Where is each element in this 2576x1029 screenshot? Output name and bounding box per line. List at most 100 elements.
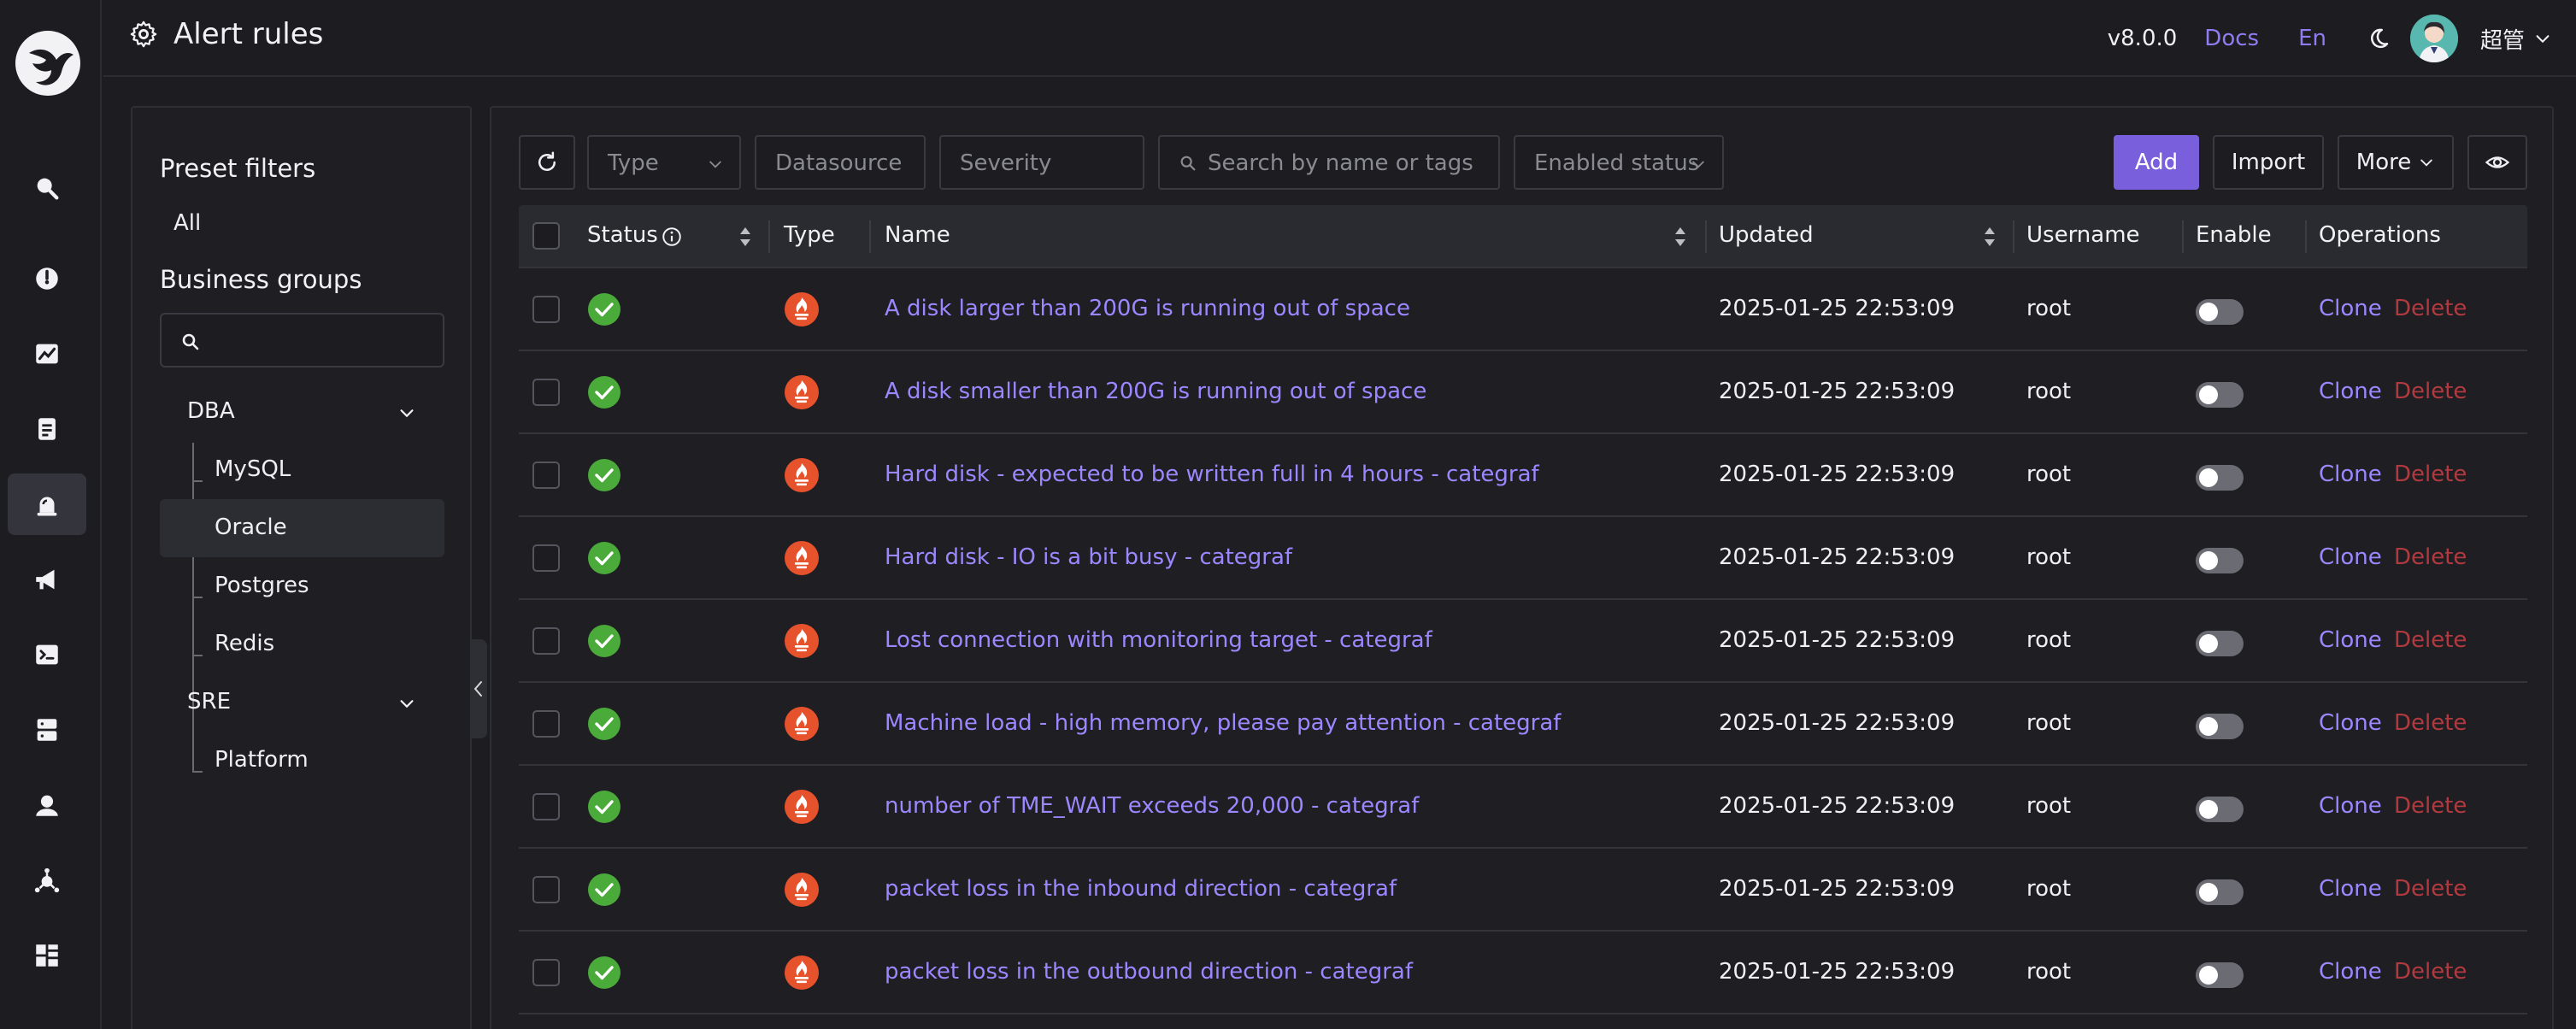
row-checkbox[interactable] (532, 710, 560, 738)
delete-link[interactable]: Delete (2394, 544, 2467, 570)
clone-link[interactable]: Clone (2319, 462, 2382, 487)
tree-item-platform[interactable]: Platform (160, 732, 444, 790)
sort-icon[interactable] (1982, 224, 1997, 250)
enable-toggle[interactable] (2196, 631, 2244, 656)
user-name[interactable]: 超管 (2480, 23, 2525, 55)
row-checkbox[interactable] (532, 793, 560, 820)
row-checkbox[interactable] (532, 876, 560, 903)
tree-group-sre[interactable]: SRE (187, 689, 231, 714)
delete-link[interactable]: Delete (2394, 959, 2467, 985)
search-icon (1180, 156, 1196, 171)
rule-name-link[interactable]: packet loss in the inbound direction - c… (885, 876, 1397, 902)
filter-toolbar: Type Datasource Severity Search by name … (519, 135, 2527, 190)
tree-group-dba[interactable]: DBA (187, 398, 235, 424)
nav-logs-document-icon[interactable] (8, 398, 86, 460)
add-button[interactable]: Add (2114, 135, 2199, 190)
enable-toggle[interactable] (2196, 382, 2244, 408)
nav-terminal-icon[interactable] (8, 624, 86, 685)
rule-name-link[interactable]: Hard disk - expected to be written full … (885, 462, 1539, 487)
enable-toggle[interactable] (2196, 797, 2244, 822)
rule-name-link[interactable]: A disk larger than 200G is running out o… (885, 296, 1410, 321)
column-header-enable: Enable (2196, 222, 2272, 248)
refresh-button[interactable] (519, 135, 575, 190)
import-button[interactable]: Import (2213, 135, 2324, 190)
chevron-down-icon[interactable] (397, 403, 416, 422)
version-label: v8.0.0 (2107, 26, 2178, 51)
delete-link[interactable]: Delete (2394, 627, 2467, 653)
row-checkbox[interactable] (532, 544, 560, 572)
clone-link[interactable]: Clone (2319, 296, 2382, 321)
row-checkbox[interactable] (532, 296, 560, 323)
clone-link[interactable]: Clone (2319, 959, 2382, 985)
rule-name-link[interactable]: packet loss in the outbound direction - … (885, 959, 1413, 985)
clone-link[interactable]: Clone (2319, 793, 2382, 819)
table-row: A disk smaller than 200G is running out … (519, 351, 2527, 434)
row-checkbox[interactable] (532, 627, 560, 655)
chevron-down-icon[interactable] (397, 694, 416, 713)
info-icon[interactable] (661, 226, 683, 248)
sort-icon[interactable] (738, 224, 753, 250)
nav-users-person-icon[interactable] (8, 774, 86, 836)
select-all-checkbox[interactable] (532, 222, 560, 250)
column-header-updated[interactable]: Updated (1719, 222, 1814, 248)
delete-link[interactable]: Delete (2394, 710, 2467, 736)
row-checkbox[interactable] (532, 462, 560, 489)
theme-moon-icon[interactable] (2366, 26, 2391, 51)
delete-link[interactable]: Delete (2394, 876, 2467, 902)
enable-toggle[interactable] (2196, 299, 2244, 325)
clone-link[interactable]: Clone (2319, 710, 2382, 736)
delete-link[interactable]: Delete (2394, 793, 2467, 819)
row-checkbox[interactable] (532, 959, 560, 986)
delete-link[interactable]: Delete (2394, 379, 2467, 404)
sidebar-collapse-handle[interactable] (470, 639, 487, 738)
nav-integrations-network-icon[interactable] (8, 850, 86, 911)
nav-alerting-siren-icon[interactable] (8, 473, 86, 535)
enable-toggle[interactable] (2196, 548, 2244, 573)
delete-link[interactable]: Delete (2394, 462, 2467, 487)
more-button[interactable]: More (2338, 135, 2454, 190)
enable-toggle[interactable] (2196, 879, 2244, 905)
rule-name-link[interactable]: A disk smaller than 200G is running out … (885, 379, 1426, 404)
rule-username: root (2026, 710, 2072, 736)
clone-link[interactable]: Clone (2319, 876, 2382, 902)
clone-link[interactable]: Clone (2319, 379, 2382, 404)
nav-settings-grid-icon[interactable] (8, 925, 86, 986)
nav-metrics-chart-icon[interactable] (8, 323, 86, 385)
nav-dashboard-gauge-icon[interactable] (8, 248, 86, 309)
rule-name-link[interactable]: number of TME_WAIT exceeds 20,000 - cate… (885, 793, 1419, 819)
tree-item-mysql[interactable]: MySQL (160, 441, 444, 499)
language-switch[interactable]: En (2298, 26, 2326, 51)
docs-link[interactable]: Docs (2204, 26, 2259, 51)
enable-toggle[interactable] (2196, 714, 2244, 739)
type-select[interactable]: Type (587, 135, 741, 190)
tree-item-oracle[interactable]: Oracle (160, 499, 444, 557)
enabled-status-select[interactable]: Enabled status (1514, 135, 1724, 190)
rule-name-link[interactable]: Machine load - high memory, please pay a… (885, 710, 1561, 736)
datasource-select[interactable]: Datasource (755, 135, 926, 190)
clone-link[interactable]: Clone (2319, 627, 2382, 653)
nav-notification-megaphone-icon[interactable] (8, 549, 86, 610)
tree-item-postgres[interactable]: Postgres (160, 557, 444, 615)
search-input[interactable]: Search by name or tags (1158, 135, 1500, 190)
enable-toggle[interactable] (2196, 962, 2244, 988)
preset-filter-all[interactable]: All (173, 210, 201, 236)
nav-search-icon[interactable] (8, 157, 86, 219)
chevron-down-icon[interactable] (2533, 29, 2552, 48)
clone-link[interactable]: Clone (2319, 544, 2382, 570)
severity-select[interactable]: Severity (939, 135, 1144, 190)
avatar[interactable] (2409, 15, 2458, 62)
tree-item-redis[interactable]: Redis (160, 615, 444, 673)
rule-name-link[interactable]: Hard disk - IO is a bit busy - categraf (885, 544, 1292, 570)
app-logo-icon[interactable] (12, 27, 84, 99)
enable-toggle[interactable] (2196, 465, 2244, 491)
column-header-status[interactable]: Status (587, 222, 658, 248)
row-checkbox[interactable] (532, 379, 560, 406)
group-search-input[interactable] (160, 313, 444, 368)
nav-infrastructure-server-icon[interactable] (8, 699, 86, 761)
delete-link[interactable]: Delete (2394, 296, 2467, 321)
rule-name-link[interactable]: Lost connection with monitoring target -… (885, 627, 1432, 653)
column-header-name[interactable]: Name (885, 222, 950, 248)
sort-icon[interactable] (1673, 224, 1688, 250)
column-visibility-button[interactable] (2467, 135, 2527, 190)
tree-item-label: MySQL (215, 456, 291, 482)
